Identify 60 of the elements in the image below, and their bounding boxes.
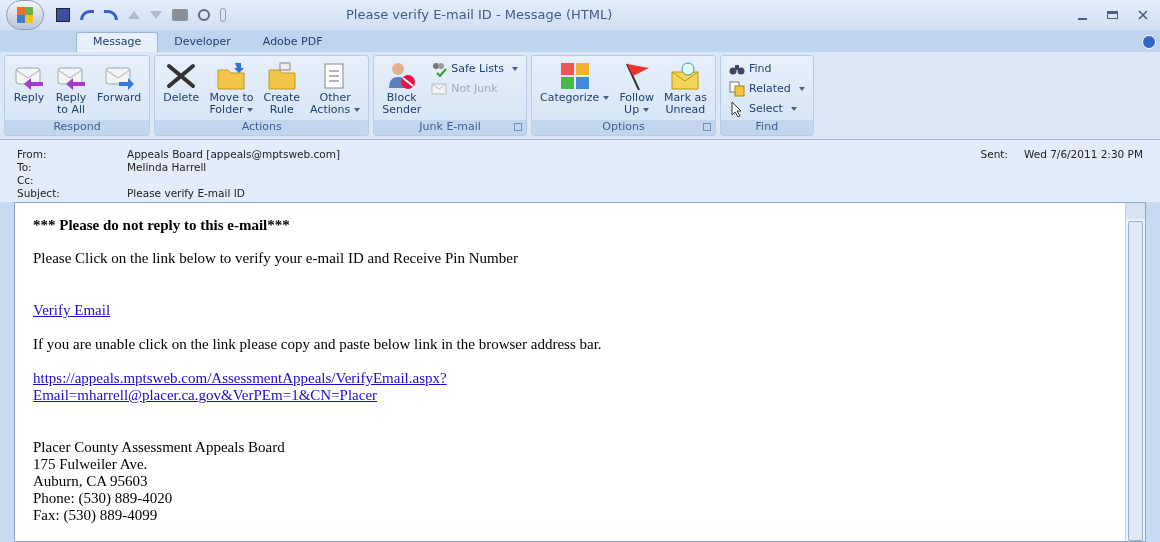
undo-icon[interactable]	[80, 10, 94, 20]
field-label: Sent:	[980, 148, 1008, 161]
link[interactable]: Verify Email	[33, 302, 111, 319]
office-logo-icon[interactable]	[6, 0, 44, 30]
field-value: Please verify E-mail ID	[127, 187, 245, 200]
ribbon-button[interactable]: Delete	[159, 56, 204, 104]
dialog-launcher-icon[interactable]	[514, 123, 523, 131]
ribbon-button[interactable]: Reply to All	[51, 56, 91, 116]
ribbon-button[interactable]: Select	[725, 99, 809, 119]
paragraph: *** Please do not reply to this e-mail***	[33, 217, 291, 234]
group-label: Respond	[53, 119, 101, 136]
ribbon-tab[interactable]: Developer	[158, 32, 247, 52]
ribbon-button[interactable]: Reply	[9, 56, 49, 104]
ribbon-tab[interactable]: Message	[76, 32, 159, 52]
ribbon-button[interactable]: Forward	[93, 56, 146, 104]
folder-icon	[215, 60, 248, 92]
ribbon-button[interactable]: Categorize	[536, 56, 614, 104]
group-label: Find	[755, 119, 779, 136]
ribbon-button[interactable]: Find	[725, 59, 809, 79]
color-grid-icon	[558, 60, 591, 92]
link[interactable]: https://appeals.mptsweb.com/AssessmentAppeals/VerifyEmail.aspx? Email=mharrell@placer.ca.gov&VerPEm=1&CN=Placer	[33, 370, 447, 404]
group-label: Actions	[241, 119, 282, 136]
paragraph: Please Click on the link below to verify your e-mail ID and Receive Pin Number	[33, 250, 519, 267]
scrollbar[interactable]	[1125, 203, 1145, 541]
paragraph: If you are unable click on the link please copy and paste below link in the browser address bar.	[33, 336, 603, 353]
scroll-thumb[interactable]	[1128, 221, 1143, 541]
field-label: From:	[17, 148, 48, 161]
paperclip-icon[interactable]	[220, 8, 226, 22]
window-title: Please verify E-mail ID - Message (HTML)	[346, 6, 613, 25]
ribbon-button[interactable]: Other Actions	[306, 56, 365, 116]
help-icon[interactable]	[1142, 35, 1156, 49]
envelope-icon	[431, 81, 448, 97]
redo-icon[interactable]	[104, 10, 118, 20]
group-label: Junk E-mail	[419, 119, 481, 136]
ribbon-button[interactable]: Mark as Unread	[659, 56, 711, 116]
ribbon-button[interactable]: Move to Folder	[205, 56, 258, 116]
ribbon-button[interactable]: Follow Up	[615, 56, 658, 116]
people-check-icon	[431, 61, 448, 77]
down-arrow-icon[interactable]	[150, 11, 162, 19]
signature: Placer County Assessment Appeals Board 175 Fulweiler Ave. Auburn, CA 95603 Phone: (530) 889-4020 Fax: (530) 889-4099	[33, 439, 286, 524]
maximize-icon[interactable]	[1107, 11, 1118, 19]
field-label: Cc:	[17, 174, 35, 187]
ribbon-button[interactable]: Safe Lists	[427, 59, 523, 79]
field-value: Appeals Board [appeals@mptsweb.com]	[127, 148, 341, 161]
field-value: Wed 7/6/2011 2:30 PM	[1023, 148, 1143, 161]
documents-icon	[729, 81, 745, 97]
ribbon-button[interactable]: Related	[725, 79, 809, 99]
field-value: Melinda Harrell	[127, 161, 207, 174]
envelope-icon	[669, 60, 702, 92]
close-icon[interactable]	[1138, 10, 1148, 20]
ribbon-button[interactable]: Create Rule	[259, 56, 304, 116]
up-arrow-icon[interactable]	[128, 11, 140, 19]
ribbon-tab[interactable]: Adobe PDF	[246, 32, 339, 52]
folder-icon	[265, 60, 298, 92]
dialog-launcher-icon[interactable]	[703, 123, 711, 131]
save-icon[interactable]	[56, 8, 70, 22]
field-label: To:	[17, 161, 33, 174]
field-label: Subject:	[17, 187, 61, 200]
group-label: Options	[602, 119, 645, 136]
ribbon-button[interactable]: Block Sender	[378, 56, 426, 116]
